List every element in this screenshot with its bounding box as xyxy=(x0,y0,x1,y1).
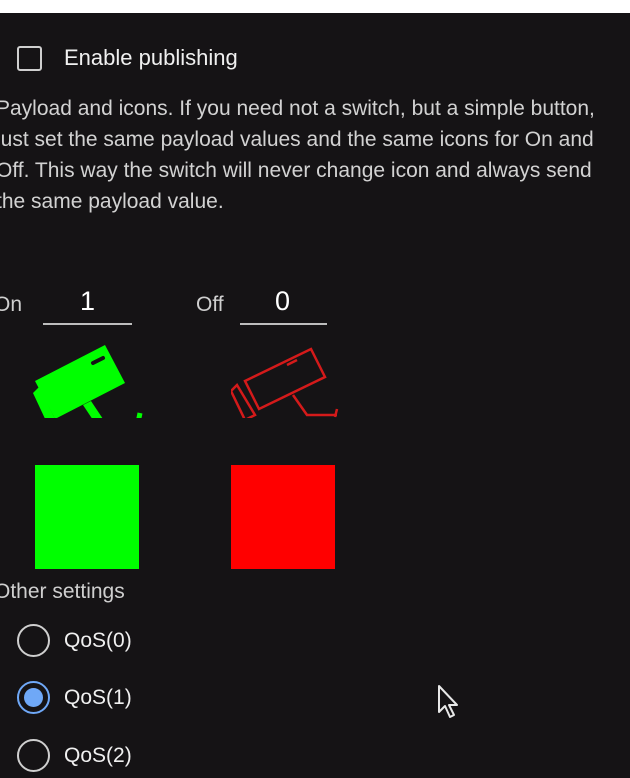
right-edge-strip xyxy=(605,13,630,778)
qos-0-radio[interactable]: QoS(0) xyxy=(17,624,132,657)
radio-circle-selected[interactable] xyxy=(17,681,50,714)
payload-description: Payload and icons. If you need not a swi… xyxy=(0,97,595,213)
enable-publishing-label: Enable publishing xyxy=(64,45,238,70)
enable-publishing-checkbox[interactable]: Enable publishing xyxy=(17,45,238,71)
mouse-pointer-icon xyxy=(438,685,458,718)
on-label: On xyxy=(0,293,23,316)
qos-1-label: QoS(1) xyxy=(64,685,132,709)
off-color-swatch[interactable] xyxy=(231,465,335,569)
radio-circle[interactable] xyxy=(17,739,50,772)
checkbox-box[interactable] xyxy=(17,45,42,71)
qos-0-label: QoS(0) xyxy=(64,628,132,652)
qos-1-radio[interactable]: QoS(1) xyxy=(17,681,132,714)
on-payload-input[interactable] xyxy=(43,279,132,325)
off-label: Off xyxy=(196,293,224,316)
off-payload-input[interactable] xyxy=(240,279,327,325)
settings-screen: Enable publishing Payload and icons. If … xyxy=(0,13,605,778)
security-camera-outline-icon[interactable] xyxy=(231,343,341,418)
qos-2-radio[interactable]: QoS(2) xyxy=(17,739,132,772)
radio-dot xyxy=(24,688,43,707)
other-settings-title: Other settings xyxy=(0,580,125,603)
on-color-swatch[interactable] xyxy=(35,465,139,569)
qos-2-label: QoS(2) xyxy=(64,743,132,767)
radio-circle[interactable] xyxy=(17,624,50,657)
security-camera-icon[interactable] xyxy=(33,343,143,418)
